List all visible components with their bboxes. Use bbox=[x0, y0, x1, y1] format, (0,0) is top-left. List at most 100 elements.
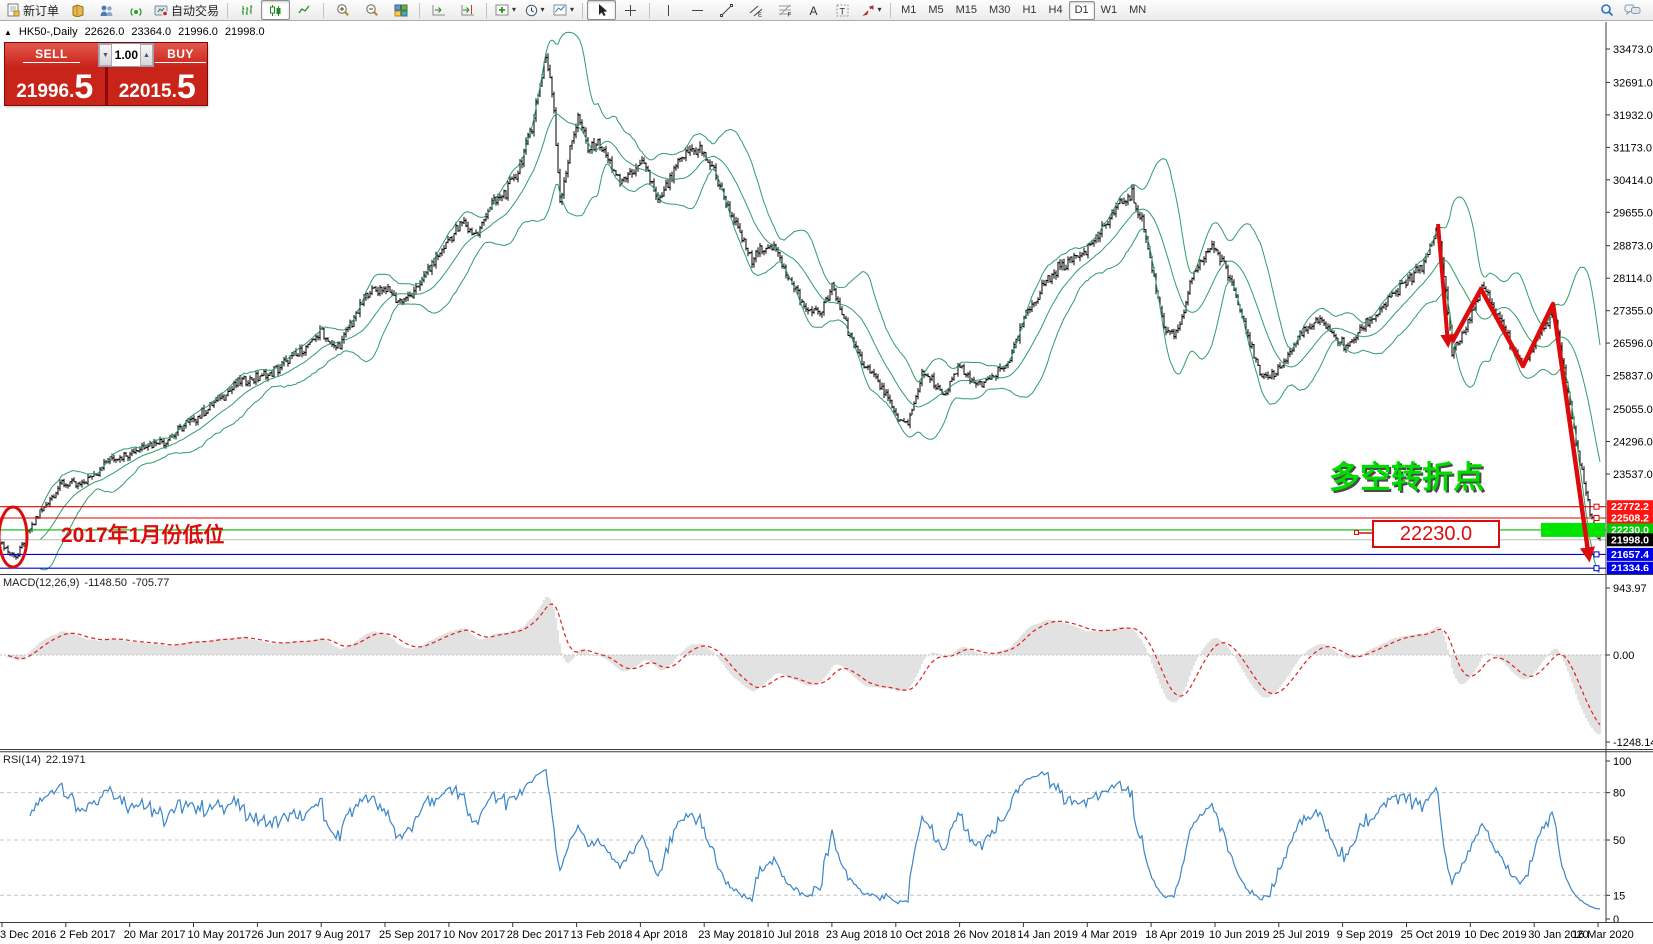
svg-text:E: E bbox=[758, 12, 762, 17]
caret-down-icon: ▾ bbox=[541, 6, 545, 14]
auto-scroll-button[interactable] bbox=[424, 0, 453, 20]
svg-text:100: 100 bbox=[1613, 756, 1631, 768]
trendline-button[interactable] bbox=[712, 0, 741, 20]
horizontal-line-button[interactable] bbox=[683, 0, 712, 20]
cursor-button[interactable] bbox=[587, 0, 616, 20]
rsi-line bbox=[30, 770, 1600, 909]
candlestick-chart-button[interactable] bbox=[261, 0, 290, 20]
timeframe-h1[interactable]: H1 bbox=[1016, 1, 1042, 20]
date-label: 23 Aug 2018 bbox=[826, 929, 888, 941]
zoom-out-button[interactable] bbox=[357, 0, 386, 20]
price-badge-text: 22508.2 bbox=[1611, 513, 1649, 525]
ohlc-open: 22626.0 bbox=[85, 26, 125, 38]
channel-button[interactable]: E bbox=[741, 0, 770, 20]
fibonacci-icon: F bbox=[778, 4, 792, 17]
svg-text:33473.0: 33473.0 bbox=[1613, 44, 1653, 56]
date-label: 4 Mar 2019 bbox=[1081, 929, 1137, 941]
crosshair-icon bbox=[624, 4, 637, 17]
svg-text:80: 80 bbox=[1613, 788, 1625, 800]
signals-button[interactable] bbox=[121, 0, 150, 20]
line-chart-button[interactable] bbox=[290, 0, 319, 20]
toolbar: 新订单 自动交易 ▾ ▾ ▾ E F A T ▾ M1 M5 M15 M30 H… bbox=[0, 0, 1653, 21]
line-handle[interactable] bbox=[1594, 504, 1599, 509]
timeframe-m30[interactable]: M30 bbox=[983, 1, 1016, 20]
ohlc-high: 23364.0 bbox=[131, 26, 171, 38]
date-label: 10 May 2017 bbox=[188, 929, 252, 941]
text-button[interactable]: A bbox=[799, 0, 828, 20]
timeframe-w1[interactable]: W1 bbox=[1095, 1, 1124, 20]
autotrading-button[interactable]: 自动交易 bbox=[150, 0, 223, 20]
line-handle[interactable] bbox=[1594, 516, 1599, 521]
mt4-window: { "toolbar": { "new_order": "新订单", "auto… bbox=[0, 0, 1653, 944]
symbol-period-label: HK50-,Daily bbox=[19, 26, 78, 38]
date-label: 10 Jun 2019 bbox=[1209, 929, 1270, 941]
caret-down-icon: ▾ bbox=[512, 6, 516, 14]
signal-icon bbox=[129, 4, 143, 17]
svg-text:24296.0: 24296.0 bbox=[1613, 437, 1653, 449]
search-icon[interactable] bbox=[1600, 3, 1614, 17]
annotation-price-box[interactable]: 22230.0 bbox=[1372, 520, 1500, 548]
toolbar-separator bbox=[419, 3, 420, 18]
macd-histogram bbox=[8, 597, 1600, 734]
line-handle[interactable] bbox=[1594, 566, 1599, 571]
volume-up-button[interactable]: ▲ bbox=[140, 44, 153, 66]
fibonacci-button[interactable]: F bbox=[770, 0, 799, 20]
line-chart-icon bbox=[298, 4, 311, 17]
timeframe-m15[interactable]: M15 bbox=[950, 1, 983, 20]
sell-price[interactable]: 21996.5 bbox=[5, 67, 105, 105]
new-order-label: 新订单 bbox=[23, 2, 59, 19]
macd-name: MACD(12,26,9) bbox=[3, 577, 79, 589]
buy-price[interactable]: 22015.5 bbox=[108, 67, 208, 105]
toolbar-separator bbox=[323, 3, 324, 18]
chart-shift-button[interactable] bbox=[453, 0, 482, 20]
low-circle-annotation[interactable] bbox=[0, 507, 27, 567]
caret-down-icon: ▾ bbox=[570, 6, 574, 14]
svg-text:27355.0: 27355.0 bbox=[1613, 306, 1653, 318]
clock-icon bbox=[525, 4, 538, 17]
autotrading-icon bbox=[154, 4, 168, 17]
toolbar-separator bbox=[227, 3, 228, 18]
chat-icon[interactable] bbox=[1624, 4, 1641, 17]
periods-button[interactable]: ▾ bbox=[520, 0, 549, 20]
crosshair-button[interactable] bbox=[616, 0, 645, 20]
text-label-button[interactable]: T bbox=[828, 0, 857, 20]
templates-button[interactable]: ▾ bbox=[549, 0, 578, 20]
timeframe-m1[interactable]: M1 bbox=[895, 1, 922, 20]
timeframe-h4[interactable]: H4 bbox=[1043, 1, 1069, 20]
date-label: 28 Dec 2017 bbox=[507, 929, 569, 941]
date-label: 4 Apr 2018 bbox=[634, 929, 687, 941]
market-watch-button[interactable] bbox=[63, 0, 92, 20]
timeframe-d1[interactable]: D1 bbox=[1069, 1, 1095, 20]
volume-value[interactable]: 1.00 bbox=[112, 44, 140, 66]
bar-chart-button[interactable] bbox=[232, 0, 261, 20]
date-label: 18 Apr 2019 bbox=[1145, 929, 1204, 941]
line-handle[interactable] bbox=[1594, 552, 1599, 557]
timeframe-m5[interactable]: M5 bbox=[922, 1, 949, 20]
bollinger-upper bbox=[40, 32, 1600, 510]
toolbar-separator bbox=[890, 3, 891, 18]
svg-text:30414.0: 30414.0 bbox=[1613, 175, 1653, 187]
buy-button[interactable]: BUY bbox=[154, 43, 207, 67]
date-label: 23 May 2018 bbox=[698, 929, 762, 941]
trendline-icon bbox=[720, 4, 733, 17]
timeframe-mn[interactable]: MN bbox=[1123, 1, 1152, 20]
svg-text:15: 15 bbox=[1613, 890, 1625, 902]
svg-text:29655.0: 29655.0 bbox=[1613, 207, 1653, 219]
one-click-trading-panel: SELL ▼ 1.00 ▲ BUY 21996.5 22015.5 bbox=[5, 43, 207, 105]
add-indicator-button[interactable]: ▾ bbox=[491, 0, 520, 20]
tile-windows-button[interactable] bbox=[386, 0, 415, 20]
profiles-button[interactable] bbox=[92, 0, 121, 20]
arrows-button[interactable]: ▾ bbox=[857, 0, 886, 20]
new-order-button[interactable]: 新订单 bbox=[3, 0, 63, 20]
date-label: 16 Mar 2020 bbox=[1572, 929, 1634, 941]
svg-text:943.97: 943.97 bbox=[1613, 583, 1647, 595]
volume-down-button[interactable]: ▼ bbox=[99, 44, 112, 66]
box-anchor-handle[interactable] bbox=[1355, 531, 1359, 535]
zoom-in-button[interactable] bbox=[328, 0, 357, 20]
sell-button[interactable]: SELL bbox=[5, 43, 98, 67]
symbol-collapse-icon[interactable]: ▲ bbox=[4, 28, 12, 37]
bar-chart-icon bbox=[240, 4, 253, 17]
svg-text:28873.0: 28873.0 bbox=[1613, 241, 1653, 253]
vertical-line-button[interactable] bbox=[654, 0, 683, 20]
add-indicator-icon bbox=[495, 4, 509, 17]
